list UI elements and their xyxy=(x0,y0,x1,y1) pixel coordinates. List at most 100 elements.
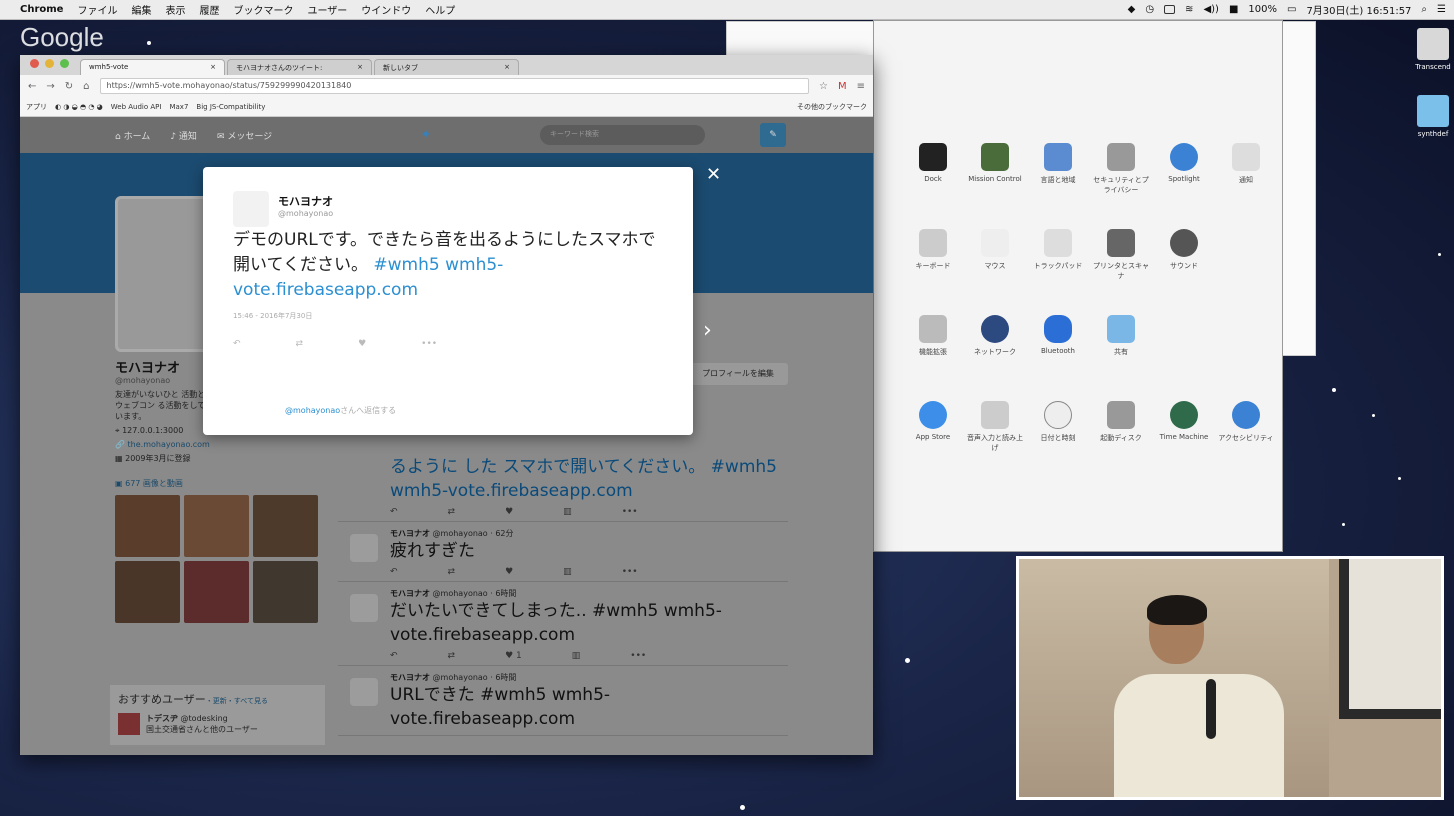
like-icon[interactable]: ♥ xyxy=(505,567,513,577)
pref-network[interactable]: ネットワーク xyxy=(964,315,1026,357)
search-input[interactable]: キーワード検索 xyxy=(540,125,705,145)
time-machine-icon[interactable]: ◷ xyxy=(1145,4,1154,15)
menu-window[interactable]: ウインドウ xyxy=(361,2,411,17)
dropbox-icon[interactable]: ◆ xyxy=(1128,4,1136,15)
menu-icon[interactable]: ≡ xyxy=(857,81,865,92)
bookmark-web-audio-api[interactable]: Web Audio API xyxy=(111,103,162,111)
modal-author[interactable]: モハヨナオ xyxy=(278,193,663,209)
pref-sound[interactable]: サウンド xyxy=(1153,229,1215,271)
desktop-icon-transcend[interactable]: Transcend xyxy=(1403,28,1454,71)
reload-icon[interactable]: ↻ xyxy=(65,81,73,92)
tweet-author[interactable]: モハヨナオ xyxy=(390,673,430,682)
tweet[interactable]: モハヨナオ @mohayonao · 62分 疲れすぎた ↶ ⇄ ♥ ▥ ••• xyxy=(338,522,788,582)
media-thumbnail[interactable] xyxy=(115,561,180,623)
close-tab-icon[interactable]: × xyxy=(210,63,216,72)
close-modal-icon[interactable]: ✕ xyxy=(706,164,721,185)
tweet-avatar[interactable] xyxy=(350,534,378,562)
pref-mouse[interactable]: マウス xyxy=(964,229,1026,271)
reply-icon[interactable]: ↶ xyxy=(390,567,398,577)
reply-icon[interactable]: ↶ xyxy=(390,651,398,661)
nav-home[interactable]: ⌂ ホーム xyxy=(115,129,150,142)
reco-links[interactable]: ・更新・すべて見る xyxy=(206,697,268,705)
minimize-window-button[interactable] xyxy=(45,59,54,68)
user-avatar[interactable] xyxy=(118,713,140,735)
retweet-icon[interactable]: ⇄ xyxy=(296,339,304,349)
menu-bookmarks[interactable]: ブックマーク xyxy=(233,2,293,17)
pref-language[interactable]: 言語と地域 xyxy=(1027,143,1089,185)
pref-time-machine[interactable]: Time Machine xyxy=(1153,401,1215,441)
pref-startup-disk[interactable]: 起動ディスク xyxy=(1090,401,1152,443)
twitter-bird-icon[interactable]: ✦ xyxy=(420,127,432,143)
tweet[interactable]: モハヨナオ @mohayonao · 6時間 だいたいできてしまった.. #wm… xyxy=(338,582,788,666)
nav-messages[interactable]: ✉ メッセージ xyxy=(217,129,272,142)
menu-view[interactable]: 表示 xyxy=(165,2,185,17)
pref-trackpad[interactable]: トラックパッド xyxy=(1027,229,1089,271)
retweet-icon[interactable]: ⇄ xyxy=(448,567,456,577)
tweet-author[interactable]: モハヨナオ xyxy=(390,589,430,598)
close-window-button[interactable] xyxy=(30,59,39,68)
like-icon[interactable]: ♥ xyxy=(505,507,513,517)
like-icon[interactable]: ♥ xyxy=(358,339,366,349)
profile-url[interactable]: 🔗 the.mohayonao.com xyxy=(115,440,335,449)
reply-icon[interactable]: ↶ xyxy=(390,507,398,517)
airplay-icon[interactable] xyxy=(1164,5,1176,14)
pref-security[interactable]: セキュリティとプライバシー xyxy=(1090,143,1152,195)
pref-notifications[interactable]: 通知 xyxy=(1215,143,1277,185)
menu-help[interactable]: ヘルプ xyxy=(425,2,455,17)
tweet[interactable]: モハヨナオ @mohayonao · 6時間 URLできた #wmh5 wmh5… xyxy=(338,666,788,736)
menu-user[interactable]: ユーザー xyxy=(307,2,347,17)
volume-icon[interactable]: ◀)) xyxy=(1203,4,1219,15)
media-thumbnail[interactable] xyxy=(184,561,249,623)
media-thumbnail[interactable] xyxy=(115,495,180,557)
pref-keyboard[interactable]: キーボード xyxy=(902,229,964,271)
battery-label[interactable]: 100% xyxy=(1248,4,1277,15)
more-icon[interactable]: ••• xyxy=(622,507,638,517)
pref-app-store[interactable]: App Store xyxy=(902,401,964,441)
analytics-icon[interactable]: ▥ xyxy=(563,567,572,577)
pref-bluetooth[interactable]: Bluetooth xyxy=(1027,315,1089,355)
pref-mission-control[interactable]: Mission Control xyxy=(964,143,1026,183)
tweet-avatar[interactable] xyxy=(350,594,378,622)
reply-prompt[interactable]: @mohayonaoさんへ返信する xyxy=(285,405,396,416)
menu-file[interactable]: ファイル xyxy=(77,2,117,17)
pref-dock[interactable]: Dock xyxy=(902,143,964,183)
more-icon[interactable]: ••• xyxy=(630,651,646,661)
pref-extensions[interactable]: 機能拡張 xyxy=(902,315,964,357)
star-icon[interactable]: ☆ xyxy=(819,81,828,92)
zoom-window-button[interactable] xyxy=(60,59,69,68)
pref-date-time[interactable]: 日付と時刻 xyxy=(1027,401,1089,443)
like-icon[interactable]: ♥ 1 xyxy=(505,651,522,661)
reply-icon[interactable]: ↶ xyxy=(233,339,241,349)
desktop-icon-synthdef[interactable]: synthdef xyxy=(1403,95,1454,138)
bookmark-big-js[interactable]: Big JS-Compatibility xyxy=(196,103,265,111)
menu-history[interactable]: 履歴 xyxy=(199,2,219,17)
battery-icon[interactable]: ▭ xyxy=(1287,4,1296,15)
analytics-icon[interactable]: ▥ xyxy=(572,651,581,661)
wifi-icon[interactable]: ≋ xyxy=(1185,4,1193,15)
compose-tweet-button[interactable]: ✎ xyxy=(760,123,786,147)
reco-user-name[interactable]: トデスヂ xyxy=(146,714,178,723)
tweet-author[interactable]: モハヨナオ xyxy=(390,529,430,538)
nav-notifications[interactable]: ♪ 通知 xyxy=(170,129,197,142)
tab-tweet[interactable]: モハヨナオさんのツイート: × xyxy=(227,59,372,75)
pref-accessibility[interactable]: アクセシビリティ xyxy=(1215,401,1277,443)
home-icon[interactable]: ⌂ xyxy=(83,81,89,92)
menu-app-name[interactable]: Chrome xyxy=(20,4,63,15)
media-thumbnail[interactable] xyxy=(253,495,318,557)
next-tweet-icon[interactable]: › xyxy=(703,318,712,343)
tab-wmh5-vote[interactable]: wmh5-vote × xyxy=(80,59,225,75)
pref-printers[interactable]: プリンタとスキャナ xyxy=(1090,229,1152,281)
tab-new-tab[interactable]: 新しいタブ × xyxy=(374,59,519,75)
media-thumbnail[interactable] xyxy=(253,561,318,623)
spotlight-icon[interactable]: ⌕ xyxy=(1421,4,1427,15)
gmail-icon[interactable]: M xyxy=(838,81,847,92)
modal-avatar[interactable] xyxy=(233,191,269,227)
close-tab-icon[interactable]: × xyxy=(504,63,510,72)
bookmark-other[interactable]: その他のブックマーク xyxy=(797,102,867,112)
retweet-icon[interactable]: ⇄ xyxy=(448,507,456,517)
url-input[interactable]: https://wmh5-vote.mohayonao/status/75929… xyxy=(99,78,809,94)
close-tab-icon[interactable]: × xyxy=(357,63,363,72)
tweet-avatar[interactable] xyxy=(350,678,378,706)
more-icon[interactable]: ••• xyxy=(622,567,638,577)
tweet-time[interactable]: 6時間 xyxy=(495,673,516,682)
